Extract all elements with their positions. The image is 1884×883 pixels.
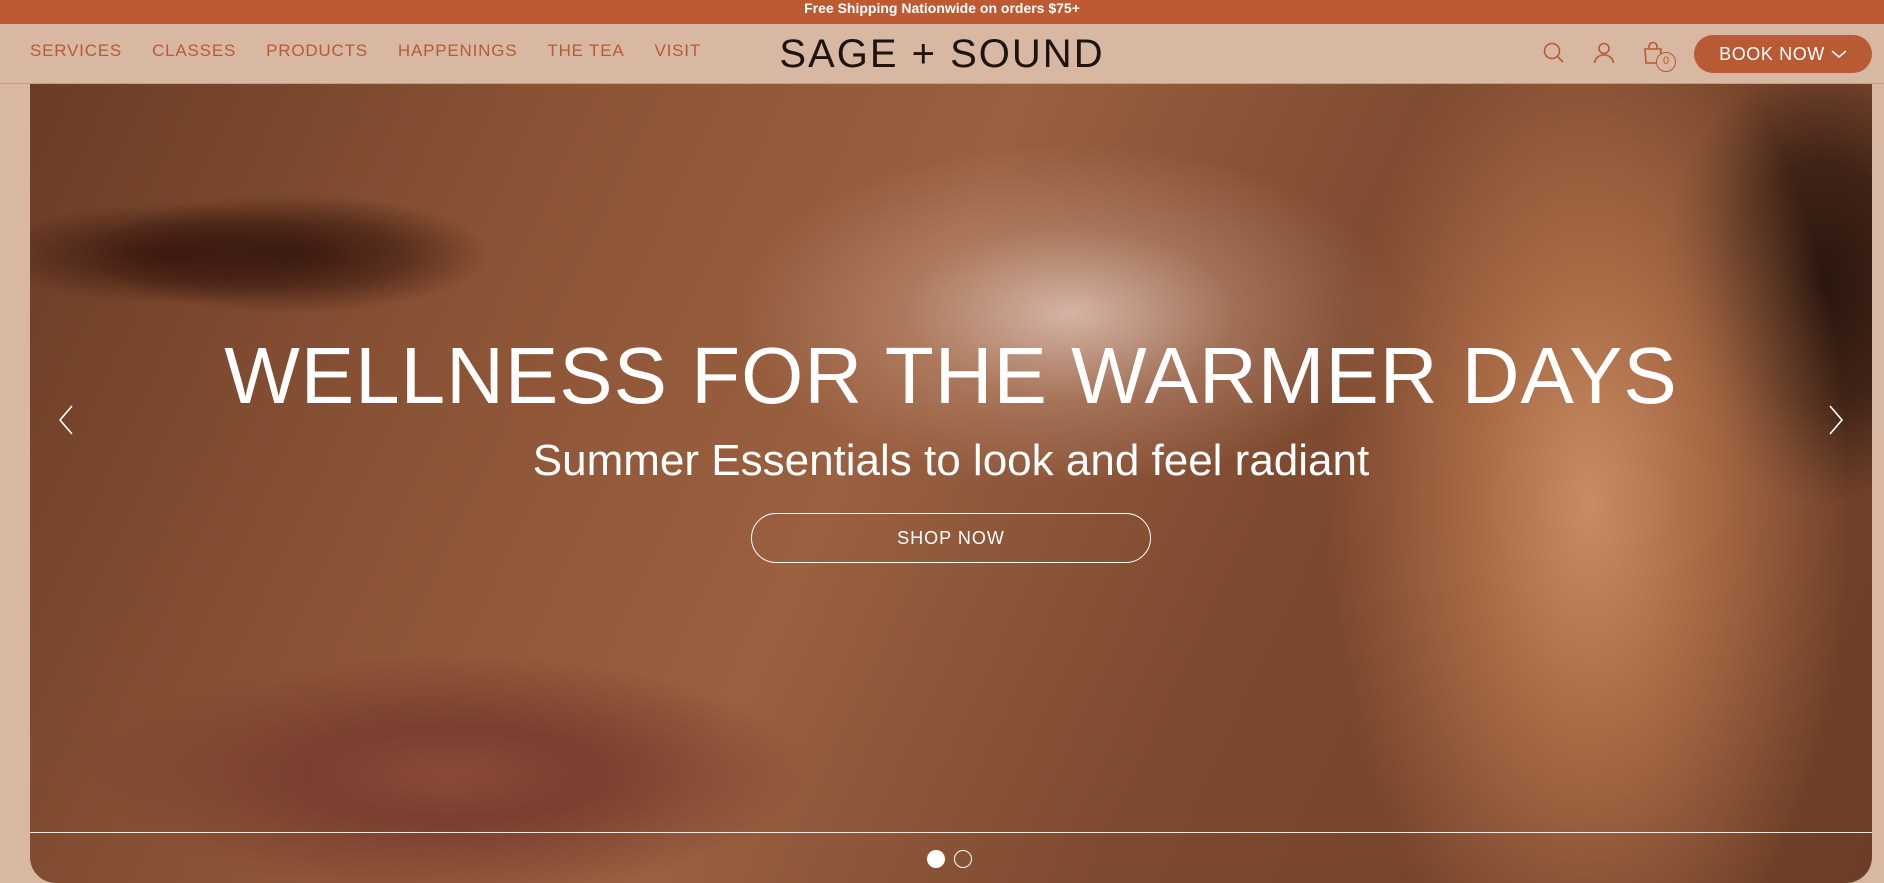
nav-item-products[interactable]: PRODUCTS bbox=[266, 41, 368, 61]
announcement-text: Free Shipping Nationwide on orders $75+ bbox=[804, 0, 1080, 16]
site-header: SERVICES CLASSES PRODUCTS HAPPENINGS THE… bbox=[0, 24, 1884, 84]
site-logo[interactable]: SAGE + SOUND bbox=[779, 32, 1104, 76]
hero-title: WELLNESS FOR THE WARMER DAYS bbox=[224, 331, 1678, 420]
main-nav: SERVICES CLASSES PRODUCTS HAPPENINGS THE… bbox=[30, 41, 731, 61]
nav-item-the-tea[interactable]: THE TEA bbox=[547, 41, 624, 61]
shop-now-button[interactable]: SHOP NOW bbox=[751, 513, 1151, 563]
cart-icon[interactable]: 0 bbox=[1641, 40, 1676, 72]
nav-item-visit[interactable]: VISIT bbox=[654, 41, 701, 61]
account-icon[interactable] bbox=[1591, 40, 1617, 66]
slider-next-arrow-icon[interactable] bbox=[1820, 402, 1850, 438]
book-now-label: BOOK NOW bbox=[1719, 43, 1825, 64]
hero-subtitle: Summer Essentials to look and feel radia… bbox=[532, 436, 1370, 485]
slider-dots bbox=[927, 850, 972, 868]
search-icon[interactable] bbox=[1541, 40, 1567, 66]
chevron-down-icon bbox=[1831, 50, 1847, 58]
cart-count-badge: 0 bbox=[1656, 52, 1676, 72]
hero-slider: WELLNESS FOR THE WARMER DAYS Summer Esse… bbox=[30, 84, 1872, 883]
slider-prev-arrow-icon[interactable] bbox=[52, 402, 82, 438]
book-now-button[interactable]: BOOK NOW bbox=[1694, 35, 1872, 73]
nav-item-happenings[interactable]: HAPPENINGS bbox=[398, 41, 517, 61]
announcement-bar: Free Shipping Nationwide on orders $75+ bbox=[0, 0, 1884, 24]
slider-dot-2[interactable] bbox=[954, 850, 972, 868]
nav-item-classes[interactable]: CLASSES bbox=[152, 41, 236, 61]
nav-item-services[interactable]: SERVICES bbox=[30, 41, 122, 61]
hero-divider bbox=[30, 832, 1872, 833]
slider-dot-1[interactable] bbox=[927, 850, 945, 868]
